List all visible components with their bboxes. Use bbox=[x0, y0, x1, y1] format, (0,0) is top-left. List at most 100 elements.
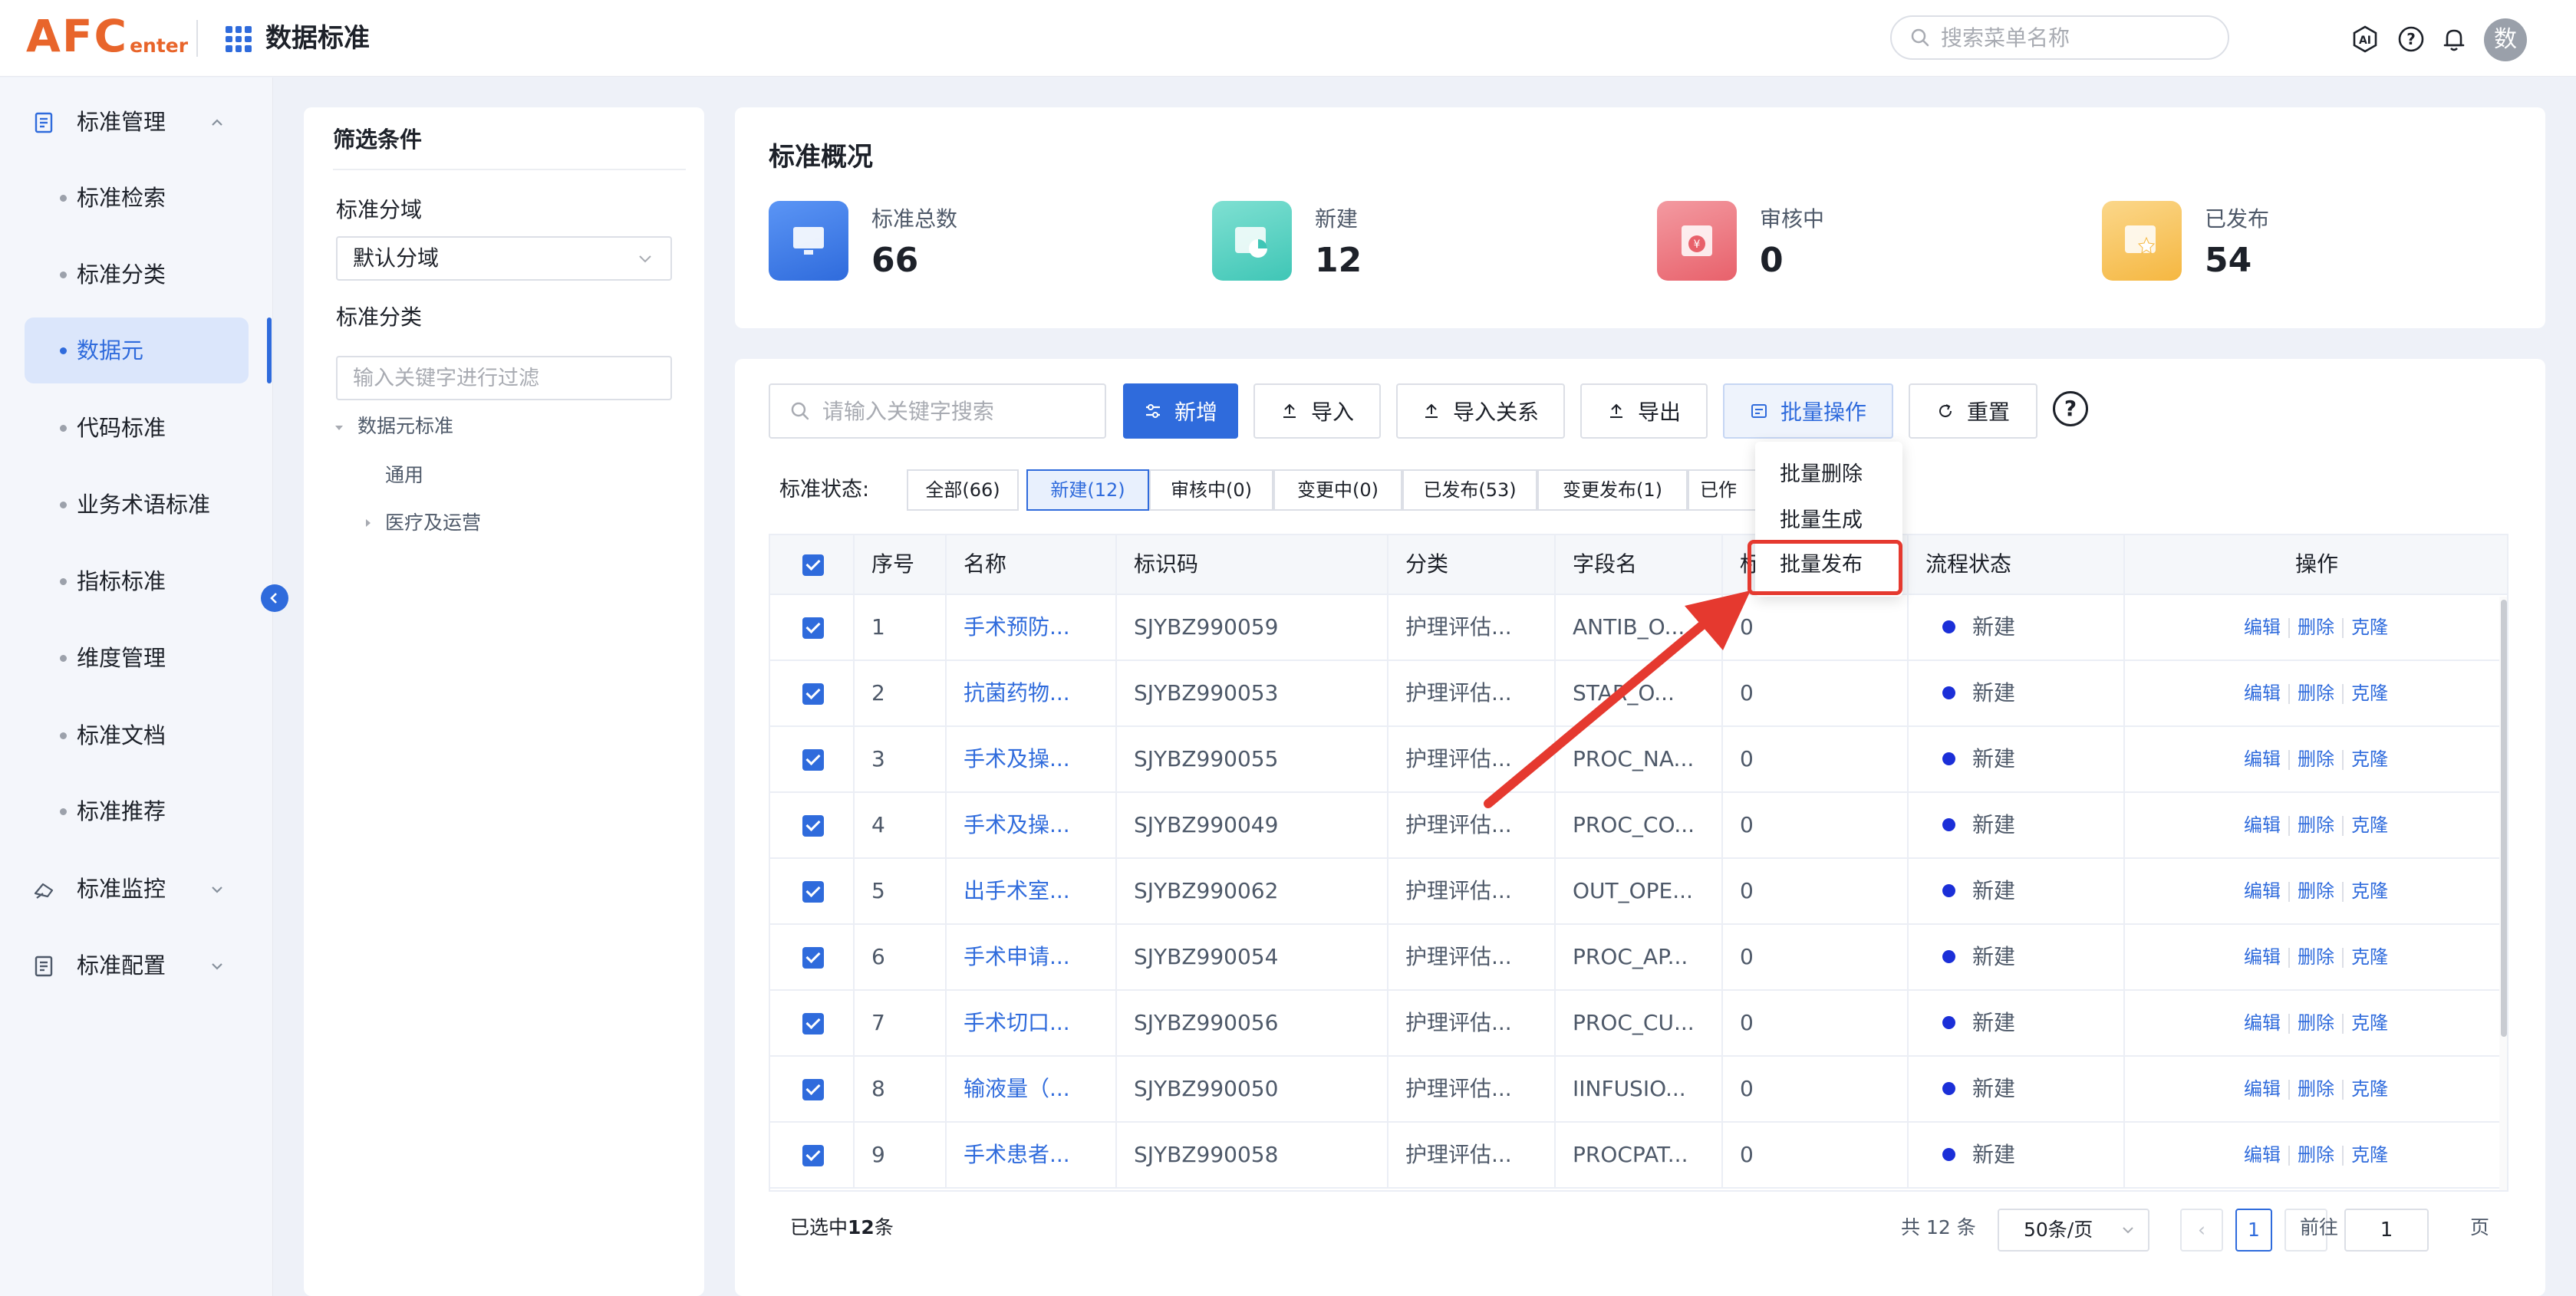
edit-link[interactable]: 编辑 bbox=[2236, 617, 2288, 638]
keyword-search-input[interactable] bbox=[822, 398, 1105, 424]
cell-name[interactable]: 手术切口... bbox=[947, 991, 1117, 1055]
sidebar-collapse-button[interactable] bbox=[261, 584, 288, 612]
sidebar-group-standard-config[interactable]: 标准配置 bbox=[0, 935, 273, 996]
caret-right-icon[interactable] bbox=[362, 517, 374, 529]
clone-link[interactable]: 克隆 bbox=[2344, 617, 2396, 638]
table-row[interactable]: 6 手术申请... SJYBZ990054 护理评估... PROC_AP... 0 新建 编… bbox=[770, 925, 2507, 991]
table-row[interactable]: 4 手术及操... SJYBZ990049 护理评估... PROC_CO... 0 新建 编… bbox=[770, 793, 2507, 859]
sidebar-item-code-standard[interactable]: 代码标准 bbox=[25, 395, 249, 461]
status-tab-published[interactable]: 已发布(53) bbox=[1402, 469, 1537, 511]
column-header[interactable]: 名称 bbox=[947, 535, 1117, 594]
column-header[interactable]: 字段名 bbox=[1556, 535, 1723, 594]
clone-link[interactable]: 克隆 bbox=[2344, 1078, 2396, 1100]
keyword-search-box[interactable] bbox=[769, 383, 1106, 439]
sidebar-item-business-term[interactable]: 业务术语标准 bbox=[25, 472, 249, 538]
table-row[interactable]: 9 手术患者... SJYBZ990058 护理评估... PROCPAT... 0 新建 编… bbox=[770, 1123, 2507, 1189]
sidebar-item-standard-search[interactable]: 标准检索 bbox=[25, 165, 249, 231]
caret-down-icon[interactable] bbox=[333, 422, 345, 434]
edit-link[interactable]: 编辑 bbox=[2236, 814, 2288, 836]
row-checkbox[interactable] bbox=[802, 947, 824, 969]
ai-assistant-icon[interactable]: AI bbox=[2350, 25, 2380, 54]
clone-link[interactable]: 克隆 bbox=[2344, 1012, 2396, 1034]
row-checkbox[interactable] bbox=[802, 749, 824, 771]
status-tab-new[interactable]: 新建(12) bbox=[1026, 469, 1149, 511]
status-tab-change-published[interactable]: 变更发布(1) bbox=[1537, 469, 1688, 511]
cell-name[interactable]: 手术患者... bbox=[947, 1123, 1117, 1187]
help-button[interactable]: ? bbox=[2053, 391, 2088, 426]
edit-link[interactable]: 编辑 bbox=[2236, 748, 2288, 770]
menu-item-batch-generate[interactable]: 批量生成 bbox=[1780, 502, 1863, 540]
clone-link[interactable]: 克隆 bbox=[2344, 1144, 2396, 1166]
column-header[interactable]: 序号 bbox=[855, 535, 947, 594]
delete-link[interactable]: 删除 bbox=[2290, 946, 2342, 968]
app-grid-icon[interactable] bbox=[226, 26, 252, 52]
cell-name[interactable]: 抗菌药物... bbox=[947, 661, 1117, 725]
delete-link[interactable]: 删除 bbox=[2290, 880, 2342, 902]
status-tab-reviewing[interactable]: 审核中(0) bbox=[1149, 469, 1273, 511]
status-tab-all[interactable]: 全部(66) bbox=[907, 469, 1019, 511]
scrollbar-thumb[interactable] bbox=[2501, 600, 2507, 1037]
cell-name[interactable]: 手术申请... bbox=[947, 925, 1117, 989]
menu-item-batch-delete[interactable]: 批量删除 bbox=[1780, 456, 1863, 494]
import-button[interactable]: 导入 bbox=[1253, 383, 1381, 439]
sidebar-group-standard-monitor[interactable]: 标准监控 bbox=[0, 858, 273, 919]
tree-node-medical-ops[interactable]: 医疗及运营 bbox=[385, 508, 481, 538]
edit-link[interactable]: 编辑 bbox=[2236, 683, 2288, 704]
delete-link[interactable]: 删除 bbox=[2290, 748, 2342, 770]
sidebar-group-standard-management[interactable]: 标准管理 bbox=[0, 91, 273, 153]
clone-link[interactable]: 克隆 bbox=[2344, 748, 2396, 770]
row-checkbox[interactable] bbox=[802, 815, 824, 837]
export-button[interactable]: 导出 bbox=[1580, 383, 1708, 439]
status-tab-changing[interactable]: 变更中(0) bbox=[1273, 469, 1402, 511]
delete-link[interactable]: 删除 bbox=[2290, 683, 2342, 704]
delete-link[interactable]: 删除 bbox=[2290, 1078, 2342, 1100]
table-row[interactable]: 3 手术及操... SJYBZ990055 护理评估... PROC_NA... 0 新建 编… bbox=[770, 727, 2507, 793]
table-row[interactable]: 8 输液量（... SJYBZ990050 护理评估... IINFUSIO... 0 新建… bbox=[770, 1057, 2507, 1123]
row-checkbox[interactable] bbox=[802, 881, 824, 903]
edit-link[interactable]: 编辑 bbox=[2236, 1078, 2288, 1100]
status-tab-obsolete[interactable]: 已作 bbox=[1688, 469, 1764, 511]
select-all-checkbox[interactable] bbox=[802, 554, 824, 576]
goto-page-input[interactable] bbox=[2344, 1209, 2429, 1252]
row-checkbox[interactable] bbox=[802, 617, 824, 639]
cell-name[interactable]: 出手术室... bbox=[947, 859, 1117, 923]
edit-link[interactable]: 编辑 bbox=[2236, 880, 2288, 902]
table-row[interactable]: 2 抗菌药物... SJYBZ990053 护理评估... STAR_O... 0 新建 编辑… bbox=[770, 661, 2507, 727]
page-size-select[interactable]: 50条/页 bbox=[1998, 1209, 2149, 1252]
batch-operation-button[interactable]: 批量操作 bbox=[1723, 383, 1893, 439]
afc-logo[interactable]: AFC enter bbox=[26, 11, 188, 61]
cell-name[interactable]: 手术及操... bbox=[947, 727, 1117, 791]
cell-name[interactable]: 手术及操... bbox=[947, 793, 1117, 857]
clone-link[interactable]: 克隆 bbox=[2344, 814, 2396, 836]
cell-name[interactable]: 手术预防... bbox=[947, 595, 1117, 660]
delete-link[interactable]: 删除 bbox=[2290, 1012, 2342, 1034]
import-relation-button[interactable]: 导入关系 bbox=[1396, 383, 1565, 439]
bell-icon[interactable] bbox=[2439, 25, 2469, 54]
sidebar-item-standard-docs[interactable]: 标准文档 bbox=[25, 702, 249, 768]
column-header[interactable]: 标识码 bbox=[1117, 535, 1388, 594]
clone-link[interactable]: 克隆 bbox=[2344, 683, 2396, 704]
row-checkbox[interactable] bbox=[802, 1145, 824, 1166]
sidebar-item-dimension-management[interactable]: 维度管理 bbox=[25, 625, 249, 691]
sidebar-item-standard-recommend[interactable]: 标准推荐 bbox=[25, 778, 249, 844]
clone-link[interactable]: 克隆 bbox=[2344, 880, 2396, 902]
reset-button[interactable]: 重置 bbox=[1909, 383, 2037, 439]
column-header[interactable]: 分类 bbox=[1388, 535, 1556, 594]
row-checkbox[interactable] bbox=[802, 1079, 824, 1100]
clone-link[interactable]: 克隆 bbox=[2344, 946, 2396, 968]
domain-select[interactable]: 默认分域 bbox=[336, 236, 672, 281]
prev-page-button[interactable]: ‹ bbox=[2180, 1209, 2223, 1252]
edit-link[interactable]: 编辑 bbox=[2236, 946, 2288, 968]
delete-link[interactable]: 删除 bbox=[2290, 814, 2342, 836]
row-checkbox[interactable] bbox=[802, 683, 824, 705]
user-avatar[interactable]: 数 bbox=[2484, 18, 2527, 61]
delete-link[interactable]: 删除 bbox=[2290, 617, 2342, 638]
table-row[interactable]: 1 手术预防... SJYBZ990059 护理评估... ANTIB_O... 0 新建 编… bbox=[770, 595, 2507, 661]
cell-name[interactable]: 输液量（... bbox=[947, 1057, 1117, 1121]
table-row[interactable]: 7 手术切口... SJYBZ990056 护理评估... PROC_CU... 0 新建 编… bbox=[770, 991, 2507, 1057]
edit-link[interactable]: 编辑 bbox=[2236, 1012, 2288, 1034]
page-1-button[interactable]: 1 bbox=[2235, 1209, 2272, 1252]
menu-search-input[interactable] bbox=[1941, 25, 2217, 51]
delete-link[interactable]: 删除 bbox=[2290, 1144, 2342, 1166]
table-row[interactable]: 5 出手术室... SJYBZ990062 护理评估... OUT_OPE... 0 新建 编… bbox=[770, 859, 2507, 925]
